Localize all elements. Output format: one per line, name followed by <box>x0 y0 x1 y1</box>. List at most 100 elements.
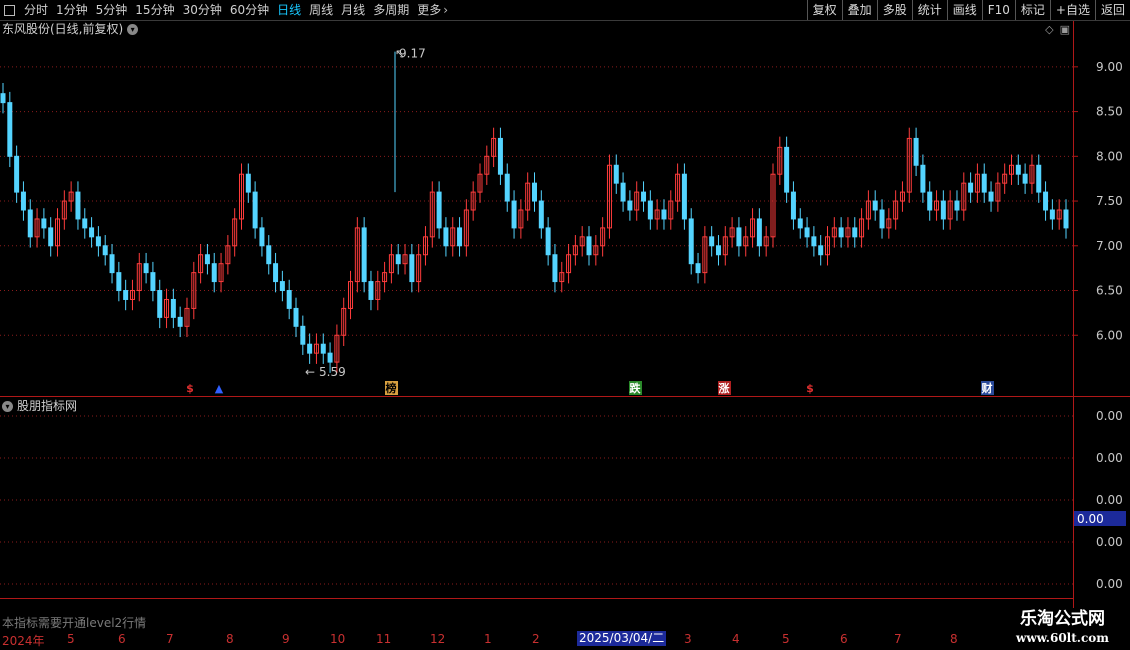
candle-body[interactable] <box>497 137 503 175</box>
candle-body[interactable] <box>818 245 824 256</box>
candle-body[interactable] <box>627 200 633 211</box>
candle-body[interactable] <box>300 325 306 345</box>
candle-body[interactable] <box>48 227 54 247</box>
candle-body[interactable] <box>852 227 858 238</box>
candle-body[interactable] <box>266 245 272 265</box>
candle-body[interactable] <box>307 343 313 354</box>
candle-body[interactable] <box>988 191 994 202</box>
candle-body[interactable] <box>279 281 285 292</box>
candle-body[interactable] <box>681 173 687 220</box>
candle-body[interactable] <box>293 307 299 327</box>
candle-body[interactable] <box>89 227 95 238</box>
candle-body[interactable] <box>457 227 463 247</box>
chevron-down-icon[interactable]: ▾ <box>2 400 13 412</box>
candle-body[interactable] <box>736 227 742 247</box>
candle-body[interactable] <box>273 263 279 283</box>
candle-body[interactable] <box>913 137 919 166</box>
candle-body[interactable] <box>245 173 251 193</box>
candle-body[interactable] <box>511 200 517 229</box>
candle-body[interactable] <box>641 191 647 202</box>
candle-body[interactable] <box>82 218 88 229</box>
candle-body[interactable] <box>150 272 156 292</box>
candle-body[interactable] <box>620 182 626 202</box>
candle-body[interactable] <box>1063 209 1069 229</box>
candle-body[interactable] <box>709 236 715 247</box>
candle-body[interactable] <box>327 352 333 363</box>
indicator-name[interactable]: 股朋指标网 <box>17 398 77 414</box>
candle-body[interactable] <box>872 200 878 211</box>
candle-body[interactable] <box>804 227 810 238</box>
candle-body[interactable] <box>368 281 374 300</box>
candle-body[interactable] <box>981 173 987 193</box>
candle-body[interactable] <box>613 164 619 184</box>
candle-body[interactable] <box>586 236 592 256</box>
event-marker-4[interactable]: 涨 <box>719 381 730 395</box>
candle-body[interactable] <box>940 200 946 220</box>
candle-body[interactable] <box>170 298 176 318</box>
candle-body[interactable] <box>75 191 81 220</box>
candle-body[interactable] <box>927 191 933 211</box>
candle-body[interactable] <box>286 290 292 309</box>
candle-body[interactable] <box>552 254 558 283</box>
candle-body[interactable] <box>116 272 122 292</box>
candle-body[interactable] <box>211 263 217 283</box>
candle-body[interactable] <box>790 191 796 220</box>
candle-body[interactable] <box>756 218 762 247</box>
candle-body[interactable] <box>27 209 33 238</box>
candle-body[interactable] <box>252 191 258 229</box>
candle-body[interactable] <box>0 93 6 104</box>
candle-body[interactable] <box>797 218 803 229</box>
candle-body[interactable] <box>545 227 551 256</box>
candle-body[interactable] <box>647 200 653 220</box>
candle-body[interactable] <box>143 263 149 274</box>
candle-body[interactable] <box>7 102 13 157</box>
candle-body[interactable] <box>504 173 510 202</box>
event-marker-3[interactable]: 跌 <box>630 381 642 395</box>
candle-body[interactable] <box>204 254 210 265</box>
candle-body[interactable] <box>838 227 844 238</box>
candle-body[interactable] <box>1043 191 1049 211</box>
candle-body[interactable] <box>41 218 47 229</box>
candle-body[interactable] <box>259 227 265 247</box>
event-marker-0[interactable]: $ <box>186 382 194 395</box>
candle-body[interactable] <box>688 218 694 265</box>
candle-body[interactable] <box>109 254 115 274</box>
candle-body[interactable] <box>436 191 442 229</box>
candle-body[interactable] <box>14 155 20 193</box>
candle-body[interactable] <box>177 316 183 327</box>
candle-body[interactable] <box>395 254 401 265</box>
candle-body[interactable] <box>811 236 817 247</box>
event-marker-6[interactable]: 财 <box>981 381 993 395</box>
time-label: 5 <box>782 632 790 646</box>
event-marker-2[interactable]: 榜 <box>386 381 397 395</box>
kline-chart[interactable]: 9.00 8.50 8.00 7.50 7.00 6.50 6.00 0.00 0.00 0.00… <box>0 0 1130 650</box>
candle-body[interactable] <box>409 254 415 283</box>
candle-body[interactable] <box>1036 164 1042 193</box>
candle-body[interactable] <box>95 236 101 247</box>
candle-body[interactable] <box>20 191 26 211</box>
candle-body[interactable] <box>1015 164 1021 175</box>
candle-body[interactable] <box>1049 209 1055 220</box>
panel-divider[interactable] <box>0 396 1130 397</box>
candle-body[interactable] <box>361 227 367 283</box>
price-label: 7.50 <box>1096 194 1123 208</box>
candle-body[interactable] <box>661 209 667 220</box>
price-label: 7.00 <box>1096 239 1123 253</box>
candle-body[interactable] <box>715 245 721 256</box>
event-marker-5[interactable]: $ <box>806 382 814 395</box>
candle-body[interactable] <box>968 182 974 193</box>
candle-body[interactable] <box>920 164 926 193</box>
candle-body[interactable] <box>320 343 326 354</box>
candle-body[interactable] <box>954 200 960 211</box>
candle-body[interactable] <box>879 209 885 229</box>
candle-body[interactable] <box>157 290 163 318</box>
event-marker-1[interactable]: ▲ <box>215 382 224 395</box>
candle-body[interactable] <box>784 146 790 193</box>
candle-body[interactable] <box>123 290 129 300</box>
candle-body[interactable] <box>102 245 108 256</box>
candle-body[interactable] <box>695 263 701 274</box>
candle-body[interactable] <box>1022 173 1028 184</box>
candle-body[interactable] <box>443 227 449 247</box>
candle-body[interactable] <box>532 182 537 202</box>
candle-body[interactable] <box>538 200 544 229</box>
